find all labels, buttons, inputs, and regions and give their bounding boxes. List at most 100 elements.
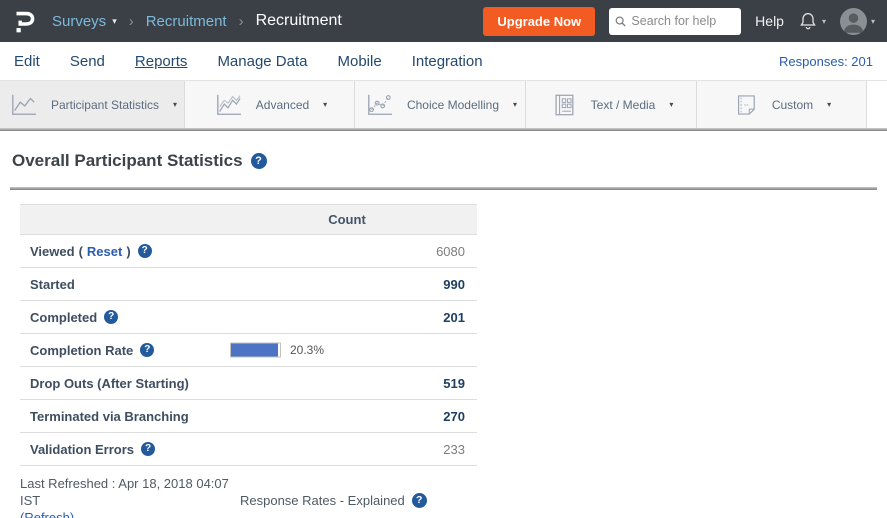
caret-down-icon: ▾ bbox=[173, 100, 177, 109]
nav-item-mobile[interactable]: Mobile bbox=[338, 53, 382, 70]
breadcrumb-current: Recruitment bbox=[256, 12, 342, 30]
completion-rate-bar-fill bbox=[231, 344, 278, 357]
paren: ( bbox=[79, 244, 83, 259]
custom-report-icon bbox=[732, 92, 760, 118]
row-label: Terminated via Branching bbox=[20, 409, 189, 424]
account-menu[interactable]: ▾ bbox=[840, 8, 875, 35]
search-icon bbox=[615, 15, 626, 28]
help-icon[interactable]: ? bbox=[412, 493, 427, 508]
last-refreshed-label: Last Refreshed : Apr 18, 2018 04:07 IST bbox=[20, 476, 229, 508]
caret-down-icon: ▾ bbox=[323, 100, 327, 109]
row-label-text: Terminated via Branching bbox=[30, 409, 189, 424]
bell-icon bbox=[798, 11, 818, 31]
row-value: 233 bbox=[443, 442, 477, 457]
row-label: Started bbox=[20, 277, 75, 292]
completion-rate-bar-track bbox=[230, 343, 281, 358]
breadcrumb: Surveys ▾ › Recruitment › Recruitment bbox=[52, 12, 342, 30]
row-value: 6080 bbox=[436, 244, 477, 259]
table-row-completed: Completed ? 201 bbox=[20, 301, 477, 334]
row-value: 990 bbox=[443, 277, 477, 292]
tab-choice-modelling[interactable]: Choice Modelling ▾ bbox=[355, 81, 526, 128]
upgrade-now-button[interactable]: Upgrade Now bbox=[483, 7, 595, 36]
refresh-link[interactable]: (Refresh) bbox=[20, 510, 74, 518]
row-label-text: Completion Rate bbox=[30, 343, 133, 358]
search-input[interactable] bbox=[631, 14, 735, 28]
help-search-box bbox=[609, 8, 741, 35]
tab-text-media[interactable]: Text / Media ▾ bbox=[526, 81, 697, 128]
row-value: 201 bbox=[443, 310, 477, 325]
row-label: Completion Rate ? bbox=[20, 343, 154, 358]
row-value: 270 bbox=[443, 409, 477, 424]
table-row-validation-errors: Validation Errors ? 233 bbox=[20, 433, 477, 466]
tab-label: Participant Statistics bbox=[51, 98, 159, 112]
paren: ) bbox=[126, 244, 130, 259]
help-icon[interactable]: ? bbox=[104, 310, 118, 324]
questionpro-logo[interactable] bbox=[10, 7, 36, 35]
caret-down-icon: ▾ bbox=[513, 100, 517, 109]
tab-label: Custom bbox=[772, 98, 813, 112]
tab-label: Advanced bbox=[256, 98, 309, 112]
row-label: Viewed ( Reset ) ? bbox=[20, 244, 152, 259]
nav-item-manage-data[interactable]: Manage Data bbox=[217, 53, 307, 70]
table-footer: Last Refreshed : Apr 18, 2018 04:07 IST … bbox=[20, 475, 877, 518]
response-rates-label: Response Rates - Explained bbox=[240, 493, 405, 508]
caret-down-icon: ▾ bbox=[822, 17, 826, 26]
help-icon[interactable]: ? bbox=[140, 343, 154, 357]
help-icon[interactable]: ? bbox=[138, 244, 152, 258]
reset-link[interactable]: Reset bbox=[87, 244, 122, 259]
caret-down-icon: ▾ bbox=[827, 100, 831, 109]
caret-down-icon: ▾ bbox=[871, 17, 875, 26]
breadcrumb-surveys[interactable]: Surveys bbox=[52, 13, 106, 30]
responses-count: Responses: 201 bbox=[779, 54, 873, 69]
logo-p-icon bbox=[10, 7, 36, 35]
count-column-header: Count bbox=[328, 205, 366, 234]
row-value: 519 bbox=[443, 376, 477, 391]
reports-tab-strip: Participant Statistics ▾ Advanced ▾ Choi… bbox=[0, 80, 887, 128]
help-icon[interactable]: ? bbox=[141, 442, 155, 456]
table-row-drop-outs: Drop Outs (After Starting) 519 bbox=[20, 367, 477, 400]
caret-down-icon: ▾ bbox=[669, 100, 673, 109]
tab-advanced[interactable]: Advanced ▾ bbox=[185, 81, 355, 128]
nav-item-reports[interactable]: Reports bbox=[135, 53, 188, 70]
line-chart-icon bbox=[7, 92, 39, 118]
scatter-chart-icon bbox=[363, 92, 395, 118]
breadcrumb-separator: › bbox=[129, 13, 134, 30]
caret-down-icon: ▾ bbox=[112, 16, 117, 27]
tab-label: Text / Media bbox=[591, 98, 656, 112]
row-label-text: Viewed bbox=[30, 244, 75, 259]
text-media-icon bbox=[549, 92, 579, 118]
table-row-terminated: Terminated via Branching 270 bbox=[20, 400, 477, 433]
completion-rate-percent: 20.3% bbox=[290, 343, 324, 357]
participant-statistics-table: Count Viewed ( Reset ) ? 6080 Started 99… bbox=[20, 204, 477, 466]
tab-custom[interactable]: Custom ▾ bbox=[697, 81, 867, 128]
page-title: Overall Participant Statistics bbox=[12, 151, 243, 171]
avatar bbox=[840, 8, 867, 35]
section-divider bbox=[10, 187, 877, 190]
nav-item-edit[interactable]: Edit bbox=[14, 53, 40, 70]
help-link[interactable]: Help bbox=[755, 13, 784, 29]
survey-nav: Edit Send Reports Manage Data Mobile Int… bbox=[0, 42, 887, 80]
table-row-started: Started 990 bbox=[20, 268, 477, 301]
tab-participant-statistics[interactable]: Participant Statistics ▾ bbox=[0, 81, 185, 128]
row-label-text: Started bbox=[30, 277, 75, 292]
report-content: Overall Participant Statistics ? Count V… bbox=[0, 131, 887, 518]
row-label: Validation Errors ? bbox=[20, 442, 155, 457]
row-label-text: Completed bbox=[30, 310, 97, 325]
row-label: Drop Outs (After Starting) bbox=[20, 376, 189, 391]
table-row-viewed: Viewed ( Reset ) ? 6080 bbox=[20, 235, 477, 268]
row-label-text: Validation Errors bbox=[30, 442, 134, 457]
user-silhouette-icon bbox=[840, 8, 867, 35]
tab-label: Choice Modelling bbox=[407, 98, 499, 112]
topbar: Surveys ▾ › Recruitment › Recruitment Up… bbox=[0, 0, 887, 42]
table-header: Count bbox=[20, 204, 477, 235]
table-row-completion-rate: Completion Rate ? 20.3% bbox=[20, 334, 477, 367]
notifications-button[interactable]: ▾ bbox=[798, 11, 826, 31]
help-icon[interactable]: ? bbox=[251, 153, 267, 169]
breadcrumb-separator: › bbox=[239, 13, 244, 30]
breadcrumb-parent[interactable]: Recruitment bbox=[146, 13, 227, 30]
nav-item-send[interactable]: Send bbox=[70, 53, 105, 70]
row-label-text: Drop Outs (After Starting) bbox=[30, 376, 189, 391]
row-label: Completed ? bbox=[20, 310, 118, 325]
multi-line-chart-icon bbox=[212, 92, 244, 118]
nav-item-integration[interactable]: Integration bbox=[412, 53, 483, 70]
